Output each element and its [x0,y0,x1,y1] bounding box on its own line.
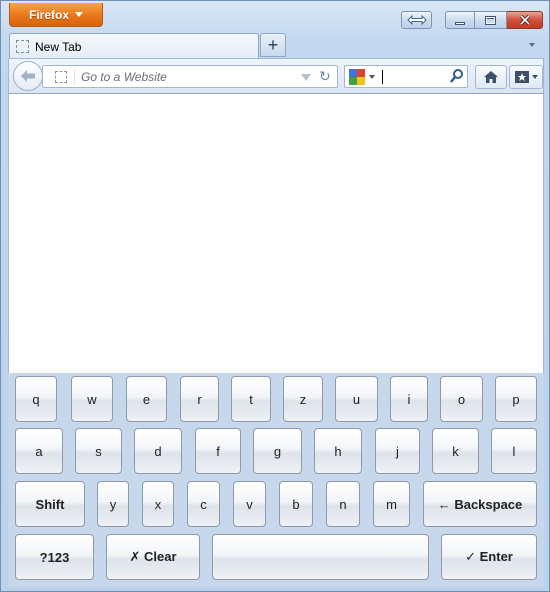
back-arrow-icon [21,70,35,82]
home-button[interactable] [475,65,507,89]
key-c[interactable]: c [187,481,220,527]
key-f[interactable]: f [195,428,241,474]
google-search-engine-icon[interactable] [349,69,365,85]
key-r[interactable]: r [180,376,219,422]
key-d[interactable]: d [134,428,182,474]
key-i[interactable]: i [390,376,428,422]
firefox-menu-button[interactable]: Firefox [9,3,103,27]
key-y[interactable]: y [97,481,129,527]
url-history-dropdown-icon[interactable] [301,74,311,81]
key-e[interactable]: e [126,376,167,422]
key-z[interactable]: z [283,376,323,422]
chevron-down-icon [532,75,538,79]
search-icon[interactable] [449,68,465,84]
minimize-button[interactable] [445,11,475,29]
home-icon [484,71,498,83]
browser-window: Firefox New Tab + Go to a Website ↻ q w … [0,0,550,592]
key-w[interactable]: w [71,376,113,422]
shift-key[interactable]: Shift [15,481,85,527]
close-button[interactable] [507,11,543,29]
tab-new-tab[interactable]: New Tab [9,33,259,59]
list-all-tabs-icon[interactable] [529,43,535,47]
search-bar[interactable] [344,65,468,88]
site-identity-button[interactable] [47,69,75,85]
key-p[interactable]: p [495,376,537,422]
key-x[interactable]: x [142,481,174,527]
search-input-caret [382,70,383,84]
key-u[interactable]: u [335,376,378,422]
key-n[interactable]: n [326,481,360,527]
key-s[interactable]: s [75,428,122,474]
resize-arrows-icon [406,15,427,25]
back-button[interactable] [13,61,43,91]
navigation-toolbar: Go to a Website ↻ [8,58,544,94]
key-a[interactable]: a [15,428,63,474]
key-t[interactable]: t [231,376,271,422]
tab-title: New Tab [35,39,82,54]
key-b[interactable]: b [279,481,313,527]
key-k[interactable]: k [432,428,479,474]
reload-icon[interactable]: ↻ [319,68,331,85]
close-icon [519,15,530,25]
key-v[interactable]: v [233,481,266,527]
chevron-down-icon [75,12,83,17]
new-tab-button[interactable]: + [260,33,286,57]
plus-icon: + [267,35,279,55]
clear-key[interactable]: ✗ Clear [106,534,200,580]
page-content-area[interactable] [8,94,544,373]
firefox-menu-label: Firefox [28,7,69,22]
bookmark-star-icon [515,71,529,83]
url-input-placeholder[interactable]: Go to a Website [81,70,167,84]
space-key[interactable] [212,534,429,580]
url-bar[interactable]: Go to a Website ↻ [42,65,338,88]
maximize-button[interactable] [475,11,507,29]
key-l[interactable]: l [491,428,537,474]
key-g[interactable]: g [253,428,302,474]
minimize-icon [455,21,465,25]
blank-page-icon [16,40,29,53]
enter-key[interactable]: ✓ Enter [441,534,537,580]
key-h[interactable]: h [314,428,362,474]
on-screen-keyboard: q w e r t z u i o p a s d f g h j k l Sh… [8,373,544,587]
key-j[interactable]: j [375,428,420,474]
blank-page-icon [55,71,67,83]
bookmarks-button[interactable] [509,65,543,89]
resize-toggle-button[interactable] [401,11,432,29]
key-m[interactable]: m [373,481,410,527]
symbols-key[interactable]: ?123 [15,534,94,580]
key-q[interactable]: q [15,376,57,422]
backspace-key[interactable]: ← Backspace [423,481,537,527]
key-o[interactable]: o [440,376,483,422]
engine-dropdown-icon[interactable] [369,75,375,79]
maximize-icon [485,15,496,25]
